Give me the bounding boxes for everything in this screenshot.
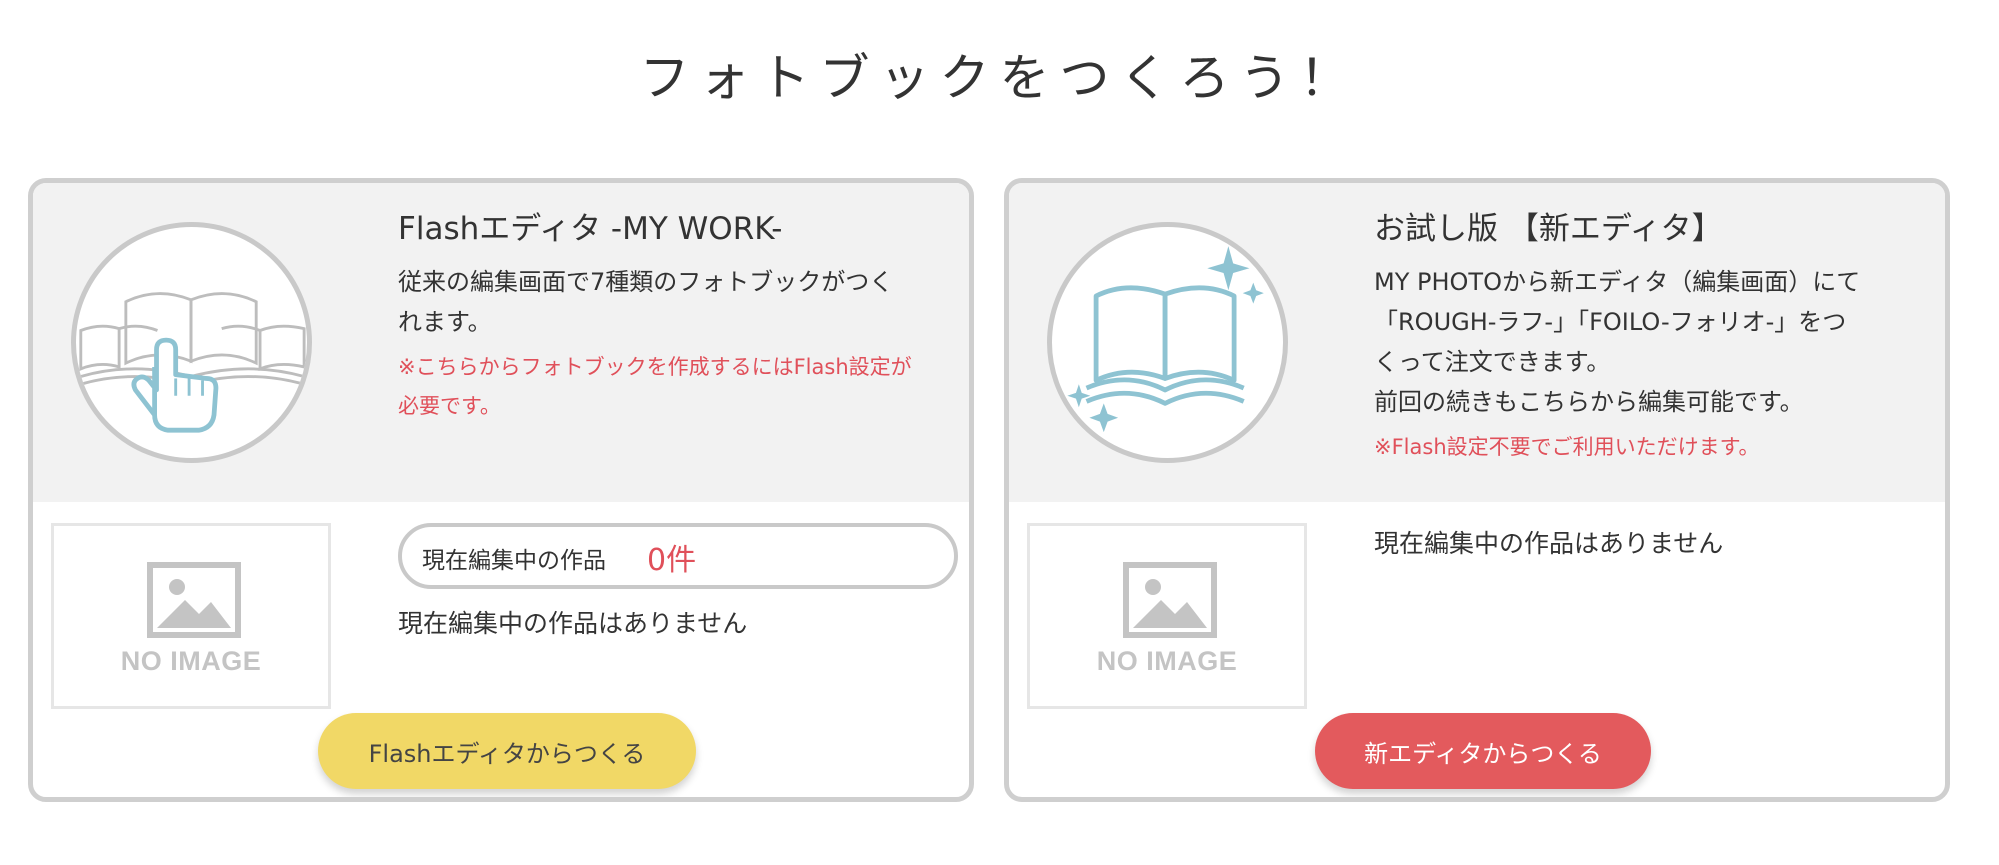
new-desc-line-2: 「ROUGH-ラフ-」「FOILO-フォリオ-」をつ (1374, 308, 1847, 336)
editing-count-box: 現在編集中の作品 0件 (398, 523, 958, 589)
no-image-label: NO IMAGE (1096, 646, 1238, 676)
new-note-line-1: ※Flash設定不要でご利用いただけます。 (1374, 435, 1760, 459)
flash-card-note: ※こちらからフォトブックを作成するにはFlash設定が 必要です。 (398, 348, 951, 426)
new-card-description: MY PHOTOから新エディタ（編集画面）にて 「ROUGH-ラフ-」「FOIL… (1374, 262, 1927, 422)
new-empty-message: 現在編集中の作品はありません (1374, 529, 1724, 558)
new-card-header: お試し版 【新エディタ】 MY PHOTOから新エディタ（編集画面）にて 「RO… (1009, 183, 1945, 502)
book-with-pointer-icon (71, 222, 312, 463)
no-image-label: NO IMAGE (120, 646, 262, 676)
flash-card-title: Flashエディタ -MY WORK- (398, 211, 783, 247)
flash-note-line-1: ※こちらからフォトブックを作成するにはFlash設定が (398, 355, 912, 379)
new-desc-line-1: MY PHOTOから新エディタ（編集画面）にて (1374, 268, 1861, 296)
flash-empty-message: 現在編集中の作品はありません (398, 609, 748, 638)
create-with-flash-editor-button[interactable]: Flashエディタからつくる (318, 713, 696, 789)
new-card-text: お試し版 【新エディタ】 MY PHOTOから新エディタ（編集画面）にて 「RO… (1374, 203, 1927, 467)
new-desc-line-3: くって注文できます。 (1374, 348, 1611, 376)
editing-count-label: 現在編集中の作品 (422, 548, 606, 574)
image-placeholder-icon (147, 562, 241, 638)
flash-note-line-2: 必要です。 (398, 394, 501, 418)
new-card-note: ※Flash設定不要でご利用いただけます。 (1374, 428, 1927, 467)
flash-desc-line-1: 従来の編集画面で7種類のフォトブックがつく (398, 268, 894, 296)
page-title: フォトブックをつくろう！ (639, 49, 1360, 107)
flash-editor-card: Flashエディタ -MY WORK- 従来の編集画面で7種類のフォトブックがつ… (28, 178, 974, 802)
image-placeholder-icon (1123, 562, 1217, 638)
flash-desc-line-2: れます。 (398, 308, 492, 336)
sparkling-book-icon (1047, 222, 1288, 463)
create-with-new-editor-button[interactable]: 新エディタからつくる (1315, 713, 1651, 789)
new-card-title: お試し版 【新エディタ】 (1374, 211, 1723, 247)
flash-card-header: Flashエディタ -MY WORK- 従来の編集画面で7種類のフォトブックがつ… (33, 183, 969, 502)
new-desc-line-4: 前回の続きもこちらから編集可能です。 (1374, 388, 1804, 416)
flash-work-thumbnail[interactable]: NO IMAGE (51, 523, 331, 709)
flash-card-description: 従来の編集画面で7種類のフォトブックがつく れます。 (398, 262, 951, 342)
new-editor-card: お試し版 【新エディタ】 MY PHOTOから新エディタ（編集画面）にて 「RO… (1004, 178, 1950, 802)
new-work-thumbnail[interactable]: NO IMAGE (1027, 523, 1307, 709)
editing-count-value: 0件 (647, 543, 697, 578)
flash-card-text: Flashエディタ -MY WORK- 従来の編集画面で7種類のフォトブックがつ… (398, 203, 951, 426)
